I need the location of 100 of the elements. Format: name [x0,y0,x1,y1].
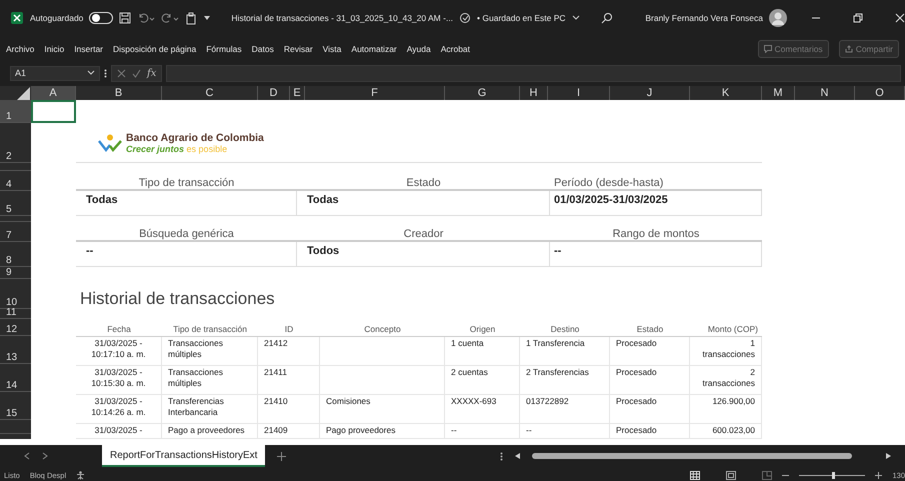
column-header[interactable]: G [445,86,520,100]
dropdown-caret-icon [87,70,95,76]
clipboard-icon[interactable] [185,12,198,24]
filter-value: Todas [76,191,297,216]
undo-icon[interactable] [137,12,156,24]
row-header[interactable]: 11 [0,309,31,319]
column-header[interactable]: E [290,86,305,100]
table-cell: 21412 [258,337,320,365]
more-options-icon [500,452,503,460]
bank-logo-icon [98,134,122,152]
column-header[interactable]: K [690,86,762,100]
save-status[interactable]: • Guardado en Este PC [477,13,566,23]
column-header[interactable]: D [258,86,290,100]
menu-tab[interactable]: Insertar [74,44,104,54]
column-header[interactable]: B [76,86,162,100]
filter-value: -- [76,242,297,267]
autosave-toggle[interactable] [89,12,114,24]
table-cell: 31/03/2025 - [76,424,162,438]
table-cell: Transacciones múltiples [162,337,258,365]
dropdown-caret-icon[interactable] [203,15,212,21]
menu-tab[interactable]: Disposición de página [113,44,196,54]
sheet-tab[interactable]: ReportForTransactionsHistoryExt [102,445,266,467]
column-heading: ID [284,323,294,336]
table-cell: 31/03/2025 - 10:17:10 a. m. [76,337,162,365]
row-header[interactable]: 2 [0,123,31,163]
share-icon [844,45,853,53]
table-cell: 013722892 [520,395,610,423]
column-header[interactable]: H [520,86,548,100]
horizontal-scrollbar[interactable] [532,453,852,459]
bank-slogan: Crecer juntos es posible [126,144,228,154]
row-header[interactable]: 13 [0,336,31,364]
row-header[interactable]: 8 [0,242,31,267]
menu-tab[interactable]: Vista [322,44,342,54]
filter-value: 01/03/2025-31/03/2025 [550,191,762,216]
search-icon[interactable] [601,12,614,24]
scroll-left-icon[interactable] [515,453,520,459]
row-header[interactable]: 10 [0,279,31,309]
row-header[interactable]: 12 [0,319,31,336]
table-cell: 21410 [258,395,320,423]
filter-label: Período (desde-hasta) [550,171,762,191]
menu-tab[interactable]: Ayuda [406,44,431,54]
table-cell: 2 cuentas [445,366,520,394]
page-layout-icon[interactable] [726,470,736,480]
row-header[interactable]: 1 [0,100,31,123]
menu-tab[interactable]: Datos [252,44,274,54]
zoom-slider-thumb[interactable] [832,472,836,478]
row-header[interactable]: 15 [0,392,31,420]
filter-label: Tipo de transacción [76,171,297,191]
table-cell: Procesado [610,424,690,438]
menu-tab[interactable]: Inicio [44,44,64,54]
filter-label: Estado [297,171,550,191]
column-header[interactable]: C [162,86,258,100]
close-icon[interactable] [895,13,905,23]
row-header[interactable]: 7 [0,222,31,242]
row-header[interactable]: 4 [0,171,31,191]
previous-sheet-icon[interactable] [24,452,30,460]
table-cell: Transacciones múltiples [162,366,258,394]
filter-label: Creador [297,222,550,242]
row-header[interactable]: 5 [0,191,31,216]
dropdown-caret-icon[interactable] [572,15,580,21]
menu-tab[interactable]: Archivo [6,44,34,54]
menu-tab[interactable]: Fórmulas [206,44,242,54]
table-cell: Pago proveedores [320,424,445,438]
column-header[interactable]: F [305,86,445,100]
enter-check-icon[interactable] [132,68,141,78]
menu-tab[interactable]: Revisar [284,44,313,54]
selected-cell[interactable] [31,100,76,123]
save-icon[interactable] [119,12,132,24]
row-header[interactable]: 9 [0,267,31,279]
column-header[interactable]: O [855,86,905,100]
column-heading: Monto (COP) [706,323,759,336]
column-heading: Destino [550,323,580,336]
page-break-icon[interactable] [762,470,772,480]
menu-tab[interactable]: Automatizar [351,44,397,54]
cancel-icon[interactable] [117,68,126,78]
scroll-right-icon[interactable] [886,453,891,459]
table-cell: Procesado [610,366,690,394]
column-header[interactable]: I [548,86,610,100]
column-header[interactable]: A [31,86,76,100]
table-cell: -- [445,424,520,438]
table-cell: Transferencias Interbancaria [162,395,258,423]
column-header[interactable]: M [762,86,795,100]
column-header[interactable]: J [610,86,690,100]
table-cell: 31/03/2025 - 10:14:26 a. m. [76,395,162,423]
column-heading: Estado [636,323,664,336]
add-sheet-icon[interactable] [277,452,286,460]
report-title: Historial de transacciones [79,288,276,309]
normal-view-icon[interactable] [690,470,700,480]
insert-function-button[interactable]: fx [147,68,156,78]
zoom-in-icon[interactable] [875,472,882,478]
name-box[interactable]: A1 [10,66,100,80]
redo-icon[interactable] [161,12,180,24]
column-header[interactable]: N [795,86,855,100]
table-cell: 2 Transferencias [520,366,610,394]
restore-icon[interactable] [853,13,863,23]
next-sheet-icon[interactable] [42,452,48,460]
menu-tab[interactable]: Acrobat [440,44,470,54]
formula-input[interactable] [166,64,901,82]
avatar-icon[interactable] [769,9,787,27]
row-header[interactable]: 14 [0,364,31,392]
